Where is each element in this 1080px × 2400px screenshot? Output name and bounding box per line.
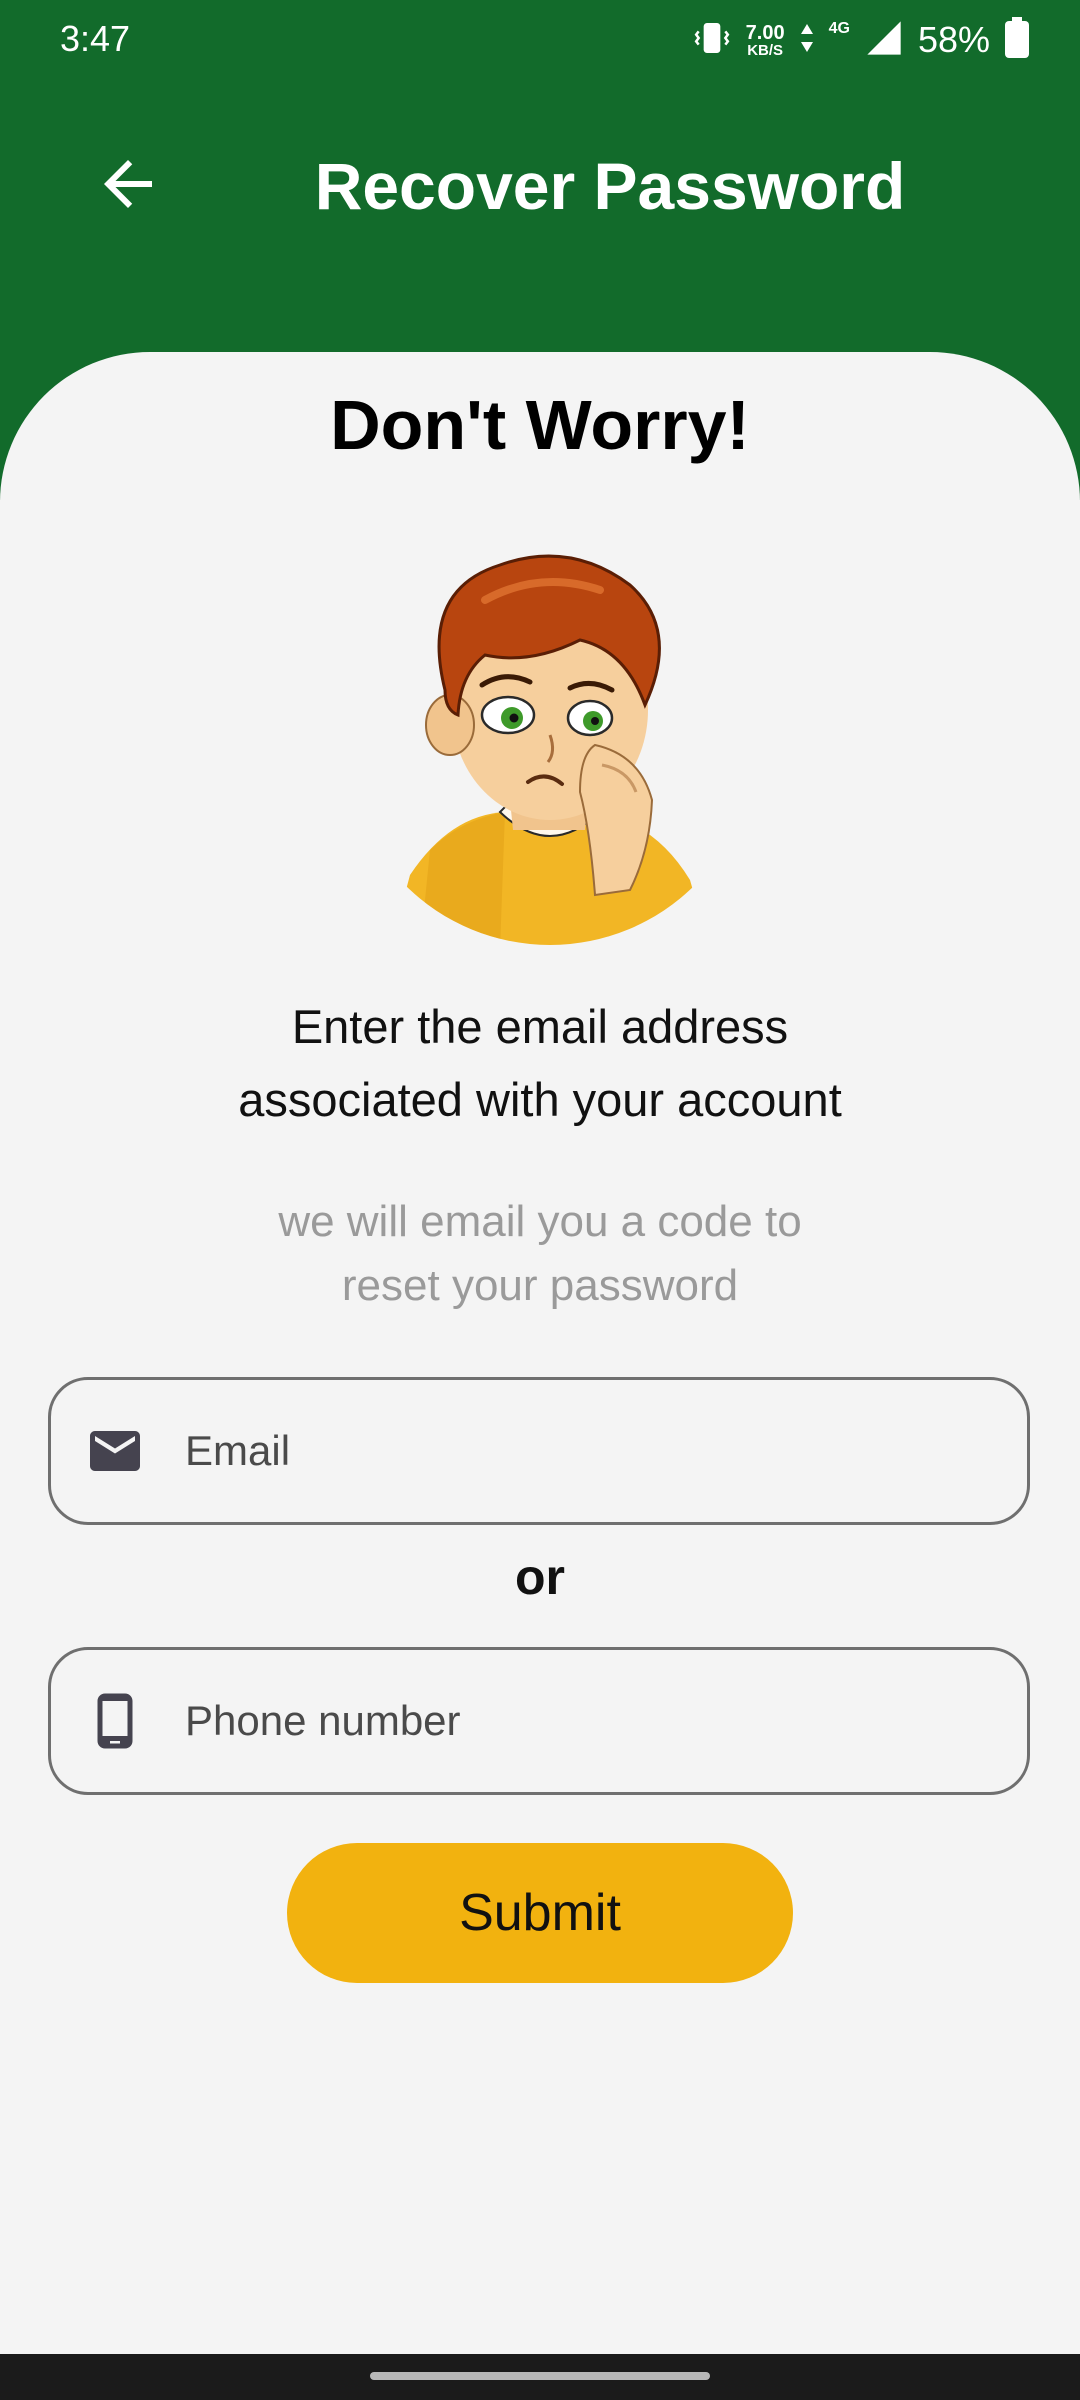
email-input[interactable]	[183, 1426, 987, 1476]
submit-button[interactable]: Submit	[287, 1843, 793, 1983]
network-type: 4G	[828, 20, 850, 37]
sad-boy-illustration	[390, 530, 710, 950]
data-arrows-icon	[799, 22, 815, 59]
mail-icon	[85, 1421, 145, 1481]
network-speed: 7.00 KB/S	[746, 23, 785, 58]
instruction-text: Enter the email address associated with …	[100, 990, 980, 1136]
battery-percent: 58%	[917, 19, 990, 60]
status-time: 3:47	[60, 18, 131, 59]
speed-value: 7.00	[745, 21, 785, 44]
app-bar: Recover Password	[0, 110, 1080, 240]
status-bar: 3:47 7.00 KB/S 4G 58%	[0, 0, 1080, 80]
helper-text: we will email you a code to reset your p…	[200, 1190, 880, 1318]
instruction-line-2: associated with your account	[238, 1073, 842, 1126]
instruction-line-1: Enter the email address	[291, 1000, 789, 1053]
email-field[interactable]	[48, 1377, 1030, 1525]
headline: Don't Worry!	[330, 386, 750, 464]
battery-icon	[1004, 16, 1030, 64]
status-icons: 7.00 KB/S 4G 58%	[692, 14, 1030, 66]
phone-input[interactable]	[183, 1696, 987, 1746]
navigation-bar	[0, 2354, 1080, 2400]
vibrate-icon	[692, 18, 732, 63]
home-gesture-handle[interactable]	[370, 2372, 710, 2380]
helper-line-1: we will email you a code to	[278, 1197, 802, 1246]
speed-unit: KB/S	[747, 41, 784, 59]
helper-line-2: reset your password	[341, 1261, 739, 1310]
or-divider: or	[515, 1549, 565, 1605]
page-title: Recover Password	[314, 149, 906, 223]
phone-field[interactable]	[48, 1647, 1030, 1795]
signal-icon	[864, 18, 904, 63]
phone-icon	[85, 1691, 145, 1751]
